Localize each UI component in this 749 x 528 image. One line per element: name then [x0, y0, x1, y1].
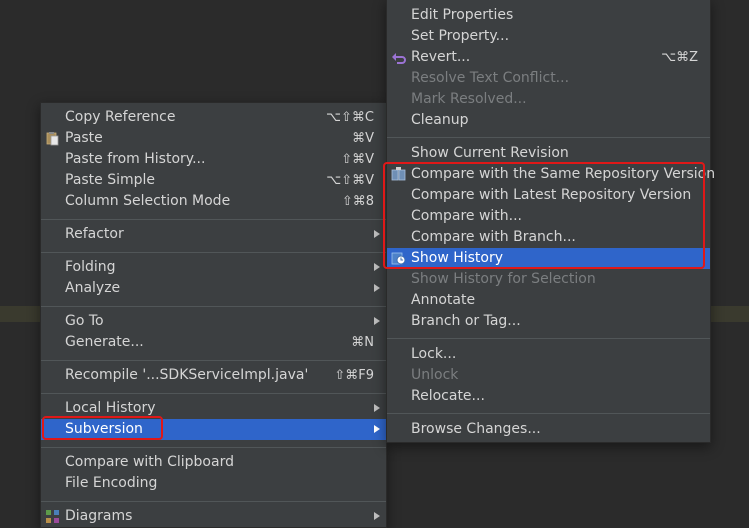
menu-item-label: Show Current Revision: [411, 145, 569, 161]
menu-item-shortcut: ⇧⌘F9: [334, 368, 374, 383]
menu-item-label: Column Selection Mode: [65, 193, 231, 209]
menu-separator: [41, 306, 386, 307]
submenu-arrow-icon: [372, 506, 382, 527]
menu-item-label: Cleanup: [411, 112, 469, 128]
diagram-icon: [46, 510, 59, 523]
menu-item-shortcut: ⌥⌘Z: [661, 50, 698, 65]
menu-item-paste[interactable]: Paste ⌘V: [41, 128, 386, 149]
menu-separator: [41, 501, 386, 502]
menu-item-set-property[interactable]: Set Property...: [387, 26, 710, 47]
menu-item-diagrams[interactable]: Diagrams: [41, 506, 386, 527]
menu-separator: [41, 252, 386, 253]
menu-item-lock[interactable]: Lock...: [387, 344, 710, 365]
menu-item-label: Lock...: [411, 346, 457, 362]
menu-item-label: Set Property...: [411, 28, 510, 44]
menu-item-label: Edit Properties: [411, 7, 514, 23]
submenu-arrow-icon: [372, 419, 382, 440]
menu-item-mark-resolved[interactable]: Mark Resolved...: [387, 89, 710, 110]
menu-item-label: Copy Reference: [65, 109, 176, 125]
menu-item-label: Generate...: [65, 334, 144, 350]
menu-item-label: Refactor: [65, 226, 124, 242]
menu-item-shortcut: ⌘N: [351, 335, 374, 350]
menu-item-paste-simple[interactable]: Paste Simple ⌥⇧⌘V: [41, 170, 386, 191]
menu-item-label: Go To: [65, 313, 104, 329]
menu-item-label: Mark Resolved...: [411, 91, 527, 107]
menu-item-label: Compare with Clipboard: [65, 454, 234, 470]
menu-item-analyze[interactable]: Analyze: [41, 278, 386, 299]
editor-context-menu: Copy Reference ⌥⇧⌘C Paste ⌘V Paste from …: [40, 102, 387, 528]
menu-item-label: Show History for Selection: [411, 271, 596, 287]
submenu-arrow-icon: [372, 311, 382, 332]
menu-separator: [41, 393, 386, 394]
menu-separator: [41, 219, 386, 220]
submenu-arrow-icon: [372, 278, 382, 299]
menu-item-shortcut: ⌘V: [352, 131, 374, 146]
menu-item-label: Revert...: [411, 49, 471, 65]
menu-item-branch-or-tag[interactable]: Branch or Tag...: [387, 311, 710, 332]
menu-item-label: Paste from History...: [65, 151, 206, 167]
menu-item-unlock[interactable]: Unlock: [387, 365, 710, 386]
menu-item-show-current-revision[interactable]: Show Current Revision: [387, 143, 710, 164]
submenu-arrow-icon: [372, 224, 382, 245]
menu-item-relocate[interactable]: Relocate...: [387, 386, 710, 407]
menu-item-file-encoding[interactable]: File Encoding: [41, 473, 386, 494]
annotation-box-compare-history: [383, 162, 705, 269]
revert-icon: [392, 53, 406, 64]
menu-item-refactor[interactable]: Refactor: [41, 224, 386, 245]
menu-item-generate[interactable]: Generate... ⌘N: [41, 332, 386, 353]
menu-item-folding[interactable]: Folding: [41, 257, 386, 278]
menu-item-compare-with-clipboard[interactable]: Compare with Clipboard: [41, 452, 386, 473]
menu-item-shortcut: ⇧⌘V: [341, 152, 374, 167]
menu-separator: [41, 447, 386, 448]
menu-item-label: Branch or Tag...: [411, 313, 521, 329]
paste-icon: [46, 132, 59, 146]
menu-item-label: Recompile '...SDKServiceImpl.java': [65, 367, 309, 383]
menu-item-label: Diagrams: [65, 508, 133, 524]
menu-separator: [387, 413, 710, 414]
menu-item-label: File Encoding: [65, 475, 158, 491]
menu-item-resolve-text-conflict[interactable]: Resolve Text Conflict...: [387, 68, 710, 89]
menu-item-label: Browse Changes...: [411, 421, 541, 437]
menu-item-column-selection-mode[interactable]: Column Selection Mode ⇧⌘8: [41, 191, 386, 212]
menu-item-label: Unlock: [411, 367, 459, 383]
menu-item-edit-properties[interactable]: Edit Properties: [387, 5, 710, 26]
menu-item-shortcut: ⌥⇧⌘C: [326, 110, 374, 125]
menu-item-cleanup[interactable]: Cleanup: [387, 110, 710, 131]
menu-item-copy-reference[interactable]: Copy Reference ⌥⇧⌘C: [41, 107, 386, 128]
menu-separator: [41, 360, 386, 361]
menu-item-label: Annotate: [411, 292, 476, 308]
menu-item-label: Resolve Text Conflict...: [411, 70, 570, 86]
menu-item-recompile[interactable]: Recompile '...SDKServiceImpl.java' ⇧⌘F9: [41, 365, 386, 386]
menu-item-revert[interactable]: Revert... ⌥⌘Z: [387, 47, 710, 68]
menu-item-browse-changes[interactable]: Browse Changes...: [387, 419, 710, 440]
menu-item-label: Analyze: [65, 280, 121, 296]
menu-item-annotate[interactable]: Annotate: [387, 290, 710, 311]
menu-separator: [387, 137, 710, 138]
menu-item-show-history-for-selection[interactable]: Show History for Selection: [387, 269, 710, 290]
menu-item-label: Folding: [65, 259, 116, 275]
menu-item-shortcut: ⇧⌘8: [341, 194, 374, 209]
submenu-arrow-icon: [372, 257, 382, 278]
submenu-arrow-icon: [372, 398, 382, 419]
menu-separator: [387, 338, 710, 339]
menu-item-shortcut: ⌥⇧⌘V: [326, 173, 374, 188]
menu-item-go-to[interactable]: Go To: [41, 311, 386, 332]
menu-item-label: Paste Simple: [65, 172, 156, 188]
menu-item-label: Paste: [65, 130, 103, 146]
menu-item-paste-from-history[interactable]: Paste from History... ⇧⌘V: [41, 149, 386, 170]
menu-item-label: Relocate...: [411, 388, 485, 404]
annotation-box-subversion: [42, 416, 163, 440]
